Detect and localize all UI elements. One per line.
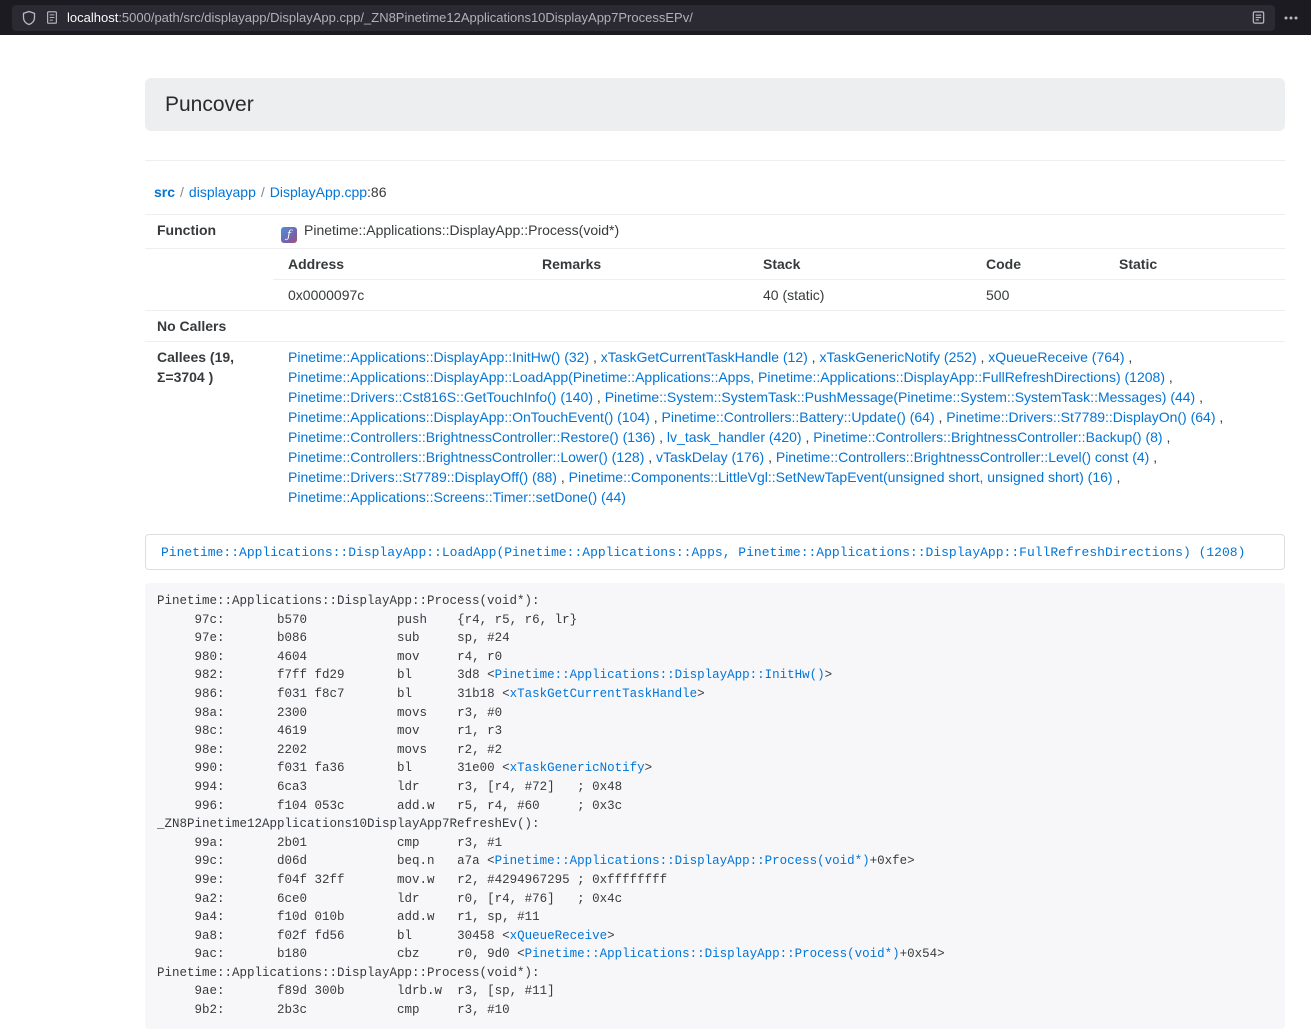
- breadcrumb-separator: /: [261, 184, 265, 200]
- callee-link[interactable]: Pinetime::Drivers::St7789::DisplayOn() (…: [946, 409, 1215, 425]
- callees-row: Callees (19, Σ=3704 ) Pinetime::Applicat…: [145, 342, 1285, 513]
- callees-label: Callees (19, Σ=3704 ): [145, 342, 273, 513]
- shield-icon[interactable]: [21, 10, 37, 26]
- page-title: Puncover: [165, 92, 1265, 117]
- asm-symbol-link[interactable]: xQueueReceive: [510, 929, 608, 943]
- breadcrumb-separator: /: [180, 184, 184, 200]
- callee-link[interactable]: Pinetime::Components::LittleVgl::SetNewT…: [569, 469, 1113, 485]
- callee-link[interactable]: xTaskGenericNotify (252): [819, 349, 976, 365]
- remarks-value: [527, 280, 748, 311]
- breadcrumb-line-number: :86: [367, 184, 386, 200]
- stack-value: 40 (static): [748, 280, 971, 311]
- callee-link[interactable]: xQueueReceive (764): [988, 349, 1124, 365]
- column-header-address: Address: [273, 249, 527, 280]
- code-value: 500: [971, 280, 1104, 311]
- url-text: localhost:5000/path/src/displayapp/Displ…: [67, 10, 693, 25]
- callee-link[interactable]: lv_task_handler (420): [667, 429, 802, 445]
- column-header-remarks: Remarks: [527, 249, 748, 280]
- url-path: :5000/path/src/displayapp/DisplayApp.cpp…: [118, 10, 693, 25]
- callee-link[interactable]: Pinetime::Applications::DisplayApp::Load…: [288, 369, 1165, 385]
- address-value: 0x0000097c: [273, 280, 527, 311]
- page-icon[interactable]: [45, 10, 59, 25]
- details-value-row: 0x0000097c 40 (static) 500: [273, 280, 1285, 311]
- url-host: localhost: [67, 10, 118, 25]
- divider: [145, 160, 1285, 161]
- details-table: Address Remarks Stack Code Static 0x0000…: [273, 249, 1285, 310]
- no-callers-row: No Callers: [145, 311, 1285, 342]
- callee-link[interactable]: Pinetime::Controllers::BrightnessControl…: [813, 429, 1162, 445]
- disassembly-pre: Pinetime::Applications::DisplayApp::Proc…: [145, 583, 1285, 1029]
- asm-symbol-link[interactable]: xTaskGenericNotify: [510, 761, 645, 775]
- static-value: [1104, 280, 1285, 311]
- callee-link[interactable]: Pinetime::System::SystemTask::PushMessag…: [605, 389, 1196, 405]
- browser-chrome: localhost:5000/path/src/displayapp/Displ…: [0, 0, 1311, 35]
- callee-link[interactable]: Pinetime::Applications::DisplayApp::OnTo…: [288, 409, 650, 425]
- asm-symbol-link[interactable]: xTaskGetCurrentTaskHandle: [510, 687, 698, 701]
- callees-list: Pinetime::Applications::DisplayApp::Init…: [273, 342, 1285, 513]
- callee-link[interactable]: vTaskDelay (176): [656, 449, 764, 465]
- callee-link[interactable]: Pinetime::Controllers::Battery::Update()…: [662, 409, 935, 425]
- details-cell: Address Remarks Stack Code Static 0x0000…: [273, 249, 1285, 311]
- breadcrumb-file-link[interactable]: DisplayApp.cpp: [270, 184, 367, 200]
- function-row-label: Function: [145, 215, 273, 249]
- function-table: Function ƒPinetime::Applications::Displa…: [145, 214, 1285, 512]
- callee-link[interactable]: Pinetime::Controllers::BrightnessControl…: [288, 429, 655, 445]
- breadcrumb-src-link[interactable]: src: [154, 184, 175, 200]
- no-callers-label: No Callers: [145, 311, 273, 342]
- function-row: Function ƒ Pinetime::Applications::Displa…: [145, 215, 1285, 249]
- callee-link[interactable]: Pinetime::Drivers::St7789::DisplayOff() …: [288, 469, 557, 485]
- highlighted-symbol-box: Pinetime::Applications::DisplayApp::Load…: [145, 534, 1285, 570]
- function-name-cell: ƒ Pinetime::Applications::DisplayApp::Pro…: [273, 215, 1285, 249]
- column-header-stack: Stack: [748, 249, 971, 280]
- highlighted-symbol-link[interactable]: Pinetime::Applications::DisplayApp::Load…: [161, 545, 1245, 560]
- breadcrumb: src / displayapp / DisplayApp.cpp:86: [145, 182, 1285, 202]
- callee-link[interactable]: Pinetime::Controllers::BrightnessControl…: [288, 449, 644, 465]
- column-header-static: Static: [1104, 249, 1285, 280]
- details-row: Address Remarks Stack Code Static 0x0000…: [145, 249, 1285, 311]
- breadcrumb-displayapp-link[interactable]: displayapp: [189, 184, 256, 200]
- callee-link[interactable]: Pinetime::Applications::Screens::Timer::…: [288, 489, 626, 505]
- details-row-label-empty: [145, 249, 273, 311]
- column-header-code: Code: [971, 249, 1104, 280]
- url-bar[interactable]: localhost:5000/path/src/displayapp/Displ…: [12, 5, 1275, 31]
- asm-symbol-link[interactable]: Pinetime::Applications::DisplayApp::Init…: [495, 668, 825, 682]
- page-container: Puncover src / displayapp / DisplayApp.cpp:8…: [145, 78, 1285, 1029]
- function-name: Pinetime::Applications::DisplayApp::Proc…: [304, 222, 619, 238]
- details-header-row: Address Remarks Stack Code Static: [273, 249, 1285, 280]
- asm-symbol-link[interactable]: Pinetime::Applications::DisplayApp::Proc…: [525, 947, 900, 961]
- reader-view-icon[interactable]: [1251, 10, 1266, 25]
- callee-link[interactable]: Pinetime::Applications::DisplayApp::Init…: [288, 349, 589, 365]
- page-actions-menu-icon[interactable]: [1283, 10, 1299, 26]
- asm-symbol-link[interactable]: Pinetime::Applications::DisplayApp::Proc…: [495, 854, 870, 868]
- callee-link[interactable]: xTaskGetCurrentTaskHandle (12): [601, 349, 808, 365]
- no-callers-cell: [273, 311, 1285, 342]
- callee-link[interactable]: Pinetime::Controllers::BrightnessControl…: [776, 449, 1149, 465]
- callee-link[interactable]: Pinetime::Drivers::Cst816S::GetTouchInfo…: [288, 389, 593, 405]
- app-header: Puncover: [145, 78, 1285, 131]
- function-icon: ƒ: [281, 227, 297, 243]
